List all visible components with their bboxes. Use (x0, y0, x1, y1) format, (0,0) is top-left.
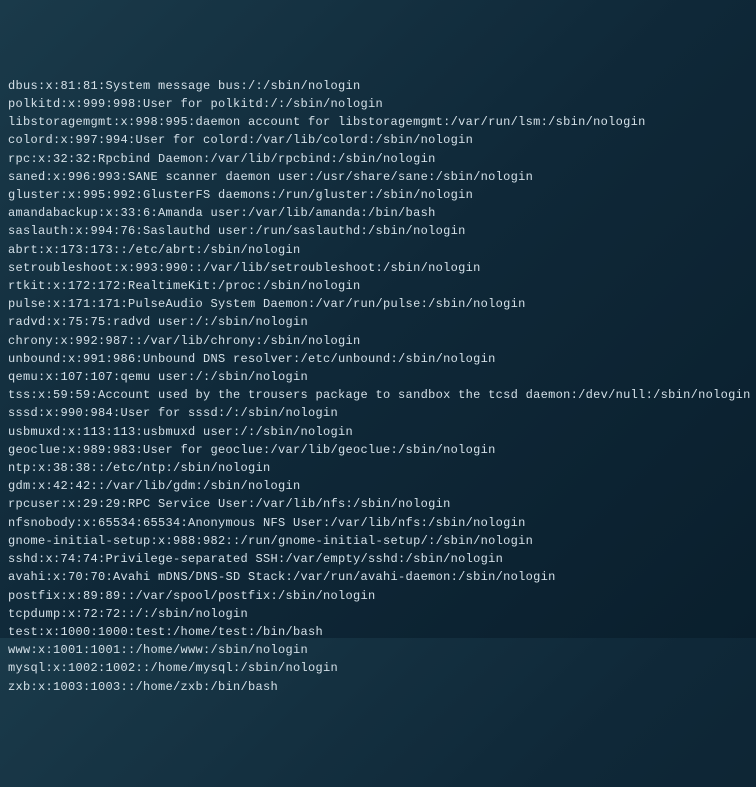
passwd-line: www:x:1001:1001::/home/www:/sbin/nologin (8, 641, 756, 659)
passwd-line: amandabackup:x:33:6:Amanda user:/var/lib… (8, 204, 756, 222)
passwd-line: rpcuser:x:29:29:RPC Service User:/var/li… (8, 495, 756, 513)
passwd-line: nfsnobody:x:65534:65534:Anonymous NFS Us… (8, 514, 756, 532)
passwd-line: gdm:x:42:42::/var/lib/gdm:/sbin/nologin (8, 477, 756, 495)
passwd-line: radvd:x:75:75:radvd user:/:/sbin/nologin (8, 313, 756, 331)
passwd-line: gluster:x:995:992:GlusterFS daemons:/run… (8, 186, 756, 204)
passwd-line: usbmuxd:x:113:113:usbmuxd user:/:/sbin/n… (8, 423, 756, 441)
passwd-line: ntp:x:38:38::/etc/ntp:/sbin/nologin (8, 459, 756, 477)
passwd-line: unbound:x:991:986:Unbound DNS resolver:/… (8, 350, 756, 368)
passwd-line: gnome-initial-setup:x:988:982::/run/gnom… (8, 532, 756, 550)
passwd-line: sssd:x:990:984:User for sssd:/:/sbin/nol… (8, 404, 756, 422)
passwd-line: mysql:x:1002:1002::/home/mysql:/sbin/nol… (8, 659, 756, 677)
passwd-line: setroubleshoot:x:993:990::/var/lib/setro… (8, 259, 756, 277)
passwd-line: qemu:x:107:107:qemu user:/:/sbin/nologin (8, 368, 756, 386)
passwd-line: test:x:1000:1000:test:/home/test:/bin/ba… (8, 623, 756, 641)
passwd-line: dbus:x:81:81:System message bus:/:/sbin/… (8, 77, 756, 95)
passwd-line: geoclue:x:989:983:User for geoclue:/var/… (8, 441, 756, 459)
passwd-line: abrt:x:173:173::/etc/abrt:/sbin/nologin (8, 241, 756, 259)
passwd-line: rpc:x:32:32:Rpcbind Daemon:/var/lib/rpcb… (8, 150, 756, 168)
passwd-line: zxb:x:1003:1003::/home/zxb:/bin/bash (8, 678, 756, 696)
passwd-line: pulse:x:171:171:PulseAudio System Daemon… (8, 295, 756, 313)
passwd-line: sshd:x:74:74:Privilege-separated SSH:/va… (8, 550, 756, 568)
passwd-line: polkitd:x:999:998:User for polkitd:/:/sb… (8, 95, 756, 113)
passwd-line: saslauth:x:994:76:Saslauthd user:/run/sa… (8, 222, 756, 240)
passwd-line: postfix:x:89:89::/var/spool/postfix:/sbi… (8, 587, 756, 605)
terminal-output: dbus:x:81:81:System message bus:/:/sbin/… (8, 77, 756, 696)
passwd-line: colord:x:997:994:User for colord:/var/li… (8, 131, 756, 149)
passwd-line: chrony:x:992:987::/var/lib/chrony:/sbin/… (8, 332, 756, 350)
passwd-line: tss:x:59:59:Account used by the trousers… (8, 386, 756, 404)
passwd-line: rtkit:x:172:172:RealtimeKit:/proc:/sbin/… (8, 277, 756, 295)
passwd-line: libstoragemgmt:x:998:995:daemon account … (8, 113, 756, 131)
passwd-line: saned:x:996:993:SANE scanner daemon user… (8, 168, 756, 186)
passwd-line: tcpdump:x:72:72::/:/sbin/nologin (8, 605, 756, 623)
passwd-line: avahi:x:70:70:Avahi mDNS/DNS-SD Stack:/v… (8, 568, 756, 586)
